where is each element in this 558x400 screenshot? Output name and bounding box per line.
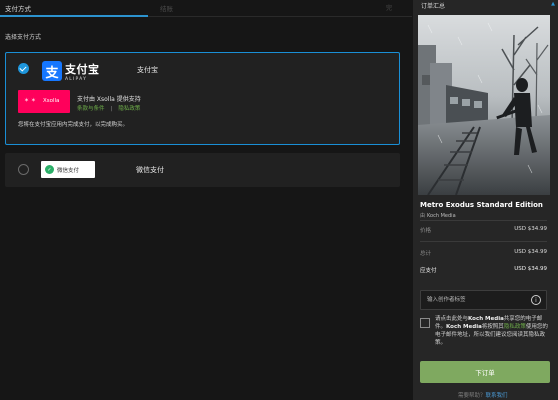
- consent-text-part: 将按照其: [481, 323, 504, 330]
- alipay-icon: 支: [42, 61, 62, 82]
- subtotal-label: 总计: [420, 251, 432, 257]
- consent-text-part: 请点击此处与: [435, 316, 469, 322]
- consent-privacy-link[interactable]: 隐私政策: [504, 324, 526, 330]
- link-separator: |: [110, 106, 113, 112]
- creator-tag-field: i: [420, 290, 547, 310]
- email-consent-text: 请点击此处与Koch Media共享您的电子邮件。Koch Media将按照其隐…: [435, 316, 553, 348]
- provider-text: 支付由 Xsolla 提供支持: [77, 96, 141, 103]
- order-summary-pane: 订单汇总 ▲ Metro Exodus Standard Edition 由 K…: [413, 0, 558, 400]
- step-progress-bar: [0, 15, 149, 17]
- step-tab-checkout[interactable]: 结账: [160, 3, 173, 13]
- terms-link[interactable]: 条款与条件: [77, 106, 105, 112]
- help-footer: 需要帮助？联系我们: [458, 391, 508, 399]
- consent-publisher-name: Koch Media: [446, 323, 482, 330]
- alipay-logo: 支 支付宝 ALIPAY: [42, 60, 100, 83]
- subtotal-row: 总计 USD $34.99: [420, 249, 547, 257]
- wechat-logo-text: 微信支付: [57, 167, 80, 174]
- wechat-pay-logo: ✓ 微信支付: [41, 161, 95, 178]
- step-tab-payment[interactable]: 支付方式: [5, 3, 31, 13]
- xsolla-logo-text: Xsolla: [43, 98, 60, 104]
- game-cover-image: [418, 15, 550, 195]
- checkout-steps: 支付方式 结账 完: [0, 0, 412, 17]
- info-icon[interactable]: i: [531, 295, 541, 305]
- email-consent-checkbox[interactable]: [420, 318, 430, 328]
- wechat-method-name: 微信支付: [136, 166, 164, 174]
- consent-publisher-name: Koch Media: [468, 316, 504, 322]
- alipay-notice: 您将在支付宝应用内完成支付，以完成购买。: [18, 122, 129, 128]
- alipay-radio-checked[interactable]: [18, 63, 29, 74]
- place-order-button[interactable]: 下订单: [420, 361, 550, 383]
- total-value: USD $34.99: [514, 266, 547, 272]
- alipay-logo-subtext: ALIPAY: [65, 77, 88, 82]
- publisher-line: 由 Koch Media: [420, 212, 456, 219]
- payment-option-alipay[interactable]: 支 支付宝 ALIPAY 支付宝 ✶ ✶ Xsolla 支付由 Xsolla 提…: [5, 52, 400, 145]
- xsolla-star-icon: ✶ ✶: [24, 97, 36, 104]
- total-row: 应支付 USD $34.99: [420, 266, 547, 274]
- help-prefix: 需要帮助？: [458, 393, 486, 399]
- payment-option-wechat[interactable]: ✓ 微信支付 微信支付: [5, 153, 400, 187]
- payment-pane: 支付方式 结账 完 选择支付方式 支 支付宝 ALIPAY 支付宝 ✶ ✶ Xs…: [0, 0, 412, 400]
- game-title: Metro Exodus Standard Edition: [420, 201, 543, 209]
- price-value: USD $34.99: [514, 226, 547, 232]
- price-label: 价格: [420, 228, 432, 234]
- price-row: 价格 USD $34.99: [420, 226, 547, 234]
- divider: [420, 241, 547, 242]
- wechat-radio[interactable]: [18, 164, 29, 175]
- section-title: 选择支付方式: [5, 34, 42, 41]
- order-summary-title: 订单汇总: [421, 3, 446, 10]
- divider: [420, 220, 547, 221]
- privacy-link[interactable]: 隐私政策: [118, 106, 140, 112]
- publisher-name: Koch Media: [427, 213, 456, 219]
- publisher-prefix: 由: [420, 213, 426, 219]
- alipay-method-name: 支付宝: [137, 66, 158, 74]
- legal-links: 条款与条件 | 隐私政策: [77, 104, 140, 112]
- step-tab-done[interactable]: 完: [386, 3, 392, 12]
- total-label: 应支付: [420, 268, 437, 274]
- subtotal-value: USD $34.99: [514, 249, 547, 255]
- xsolla-logo: ✶ ✶ Xsolla: [18, 90, 70, 113]
- scroll-up-icon[interactable]: ▲: [551, 1, 555, 7]
- alipay-logo-text: 支付宝: [65, 63, 100, 76]
- wechat-icon: ✓: [45, 165, 54, 174]
- contact-us-link[interactable]: 联系我们: [486, 393, 508, 399]
- creator-tag-input[interactable]: [421, 291, 531, 309]
